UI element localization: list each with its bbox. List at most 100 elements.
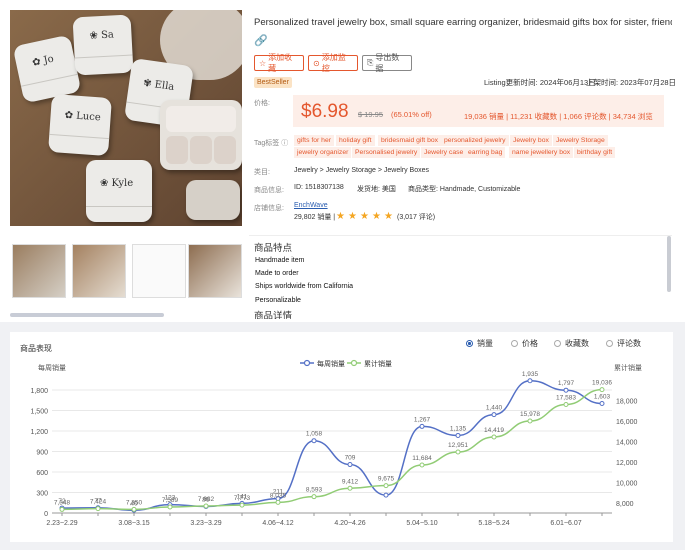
y-tick-right: 18,000 [616,398,638,405]
data-point [527,418,533,424]
legend-label: 每周销量 [317,359,345,368]
tag-chip[interactable]: Jewelry case [421,147,467,158]
tag-chip[interactable]: birthday gift [574,147,616,158]
y-tick-right: 12,000 [616,460,638,467]
star-icon: ★ [372,211,381,222]
data-point [347,485,353,491]
data-point [563,402,569,408]
star-icon: ★ [348,211,357,222]
tag-chip[interactable]: gifts for her [294,135,334,146]
y-tick-left: 0 [44,511,48,518]
data-label: 1,603 [594,393,611,400]
data-point [455,449,461,455]
data-label: 17,583 [556,395,576,402]
x-tick-label: 5.04~5.10 [406,520,437,527]
metric-option-3[interactable]: 评论数 [606,338,641,349]
y-tick-left: 1,500 [30,409,48,416]
data-point [455,432,461,438]
data-point [491,434,497,440]
data-point [599,400,605,406]
tag-chip[interactable]: earring bag [465,147,506,158]
data-point [311,494,317,500]
data-label: 15,978 [520,411,540,418]
y-tick-left: 1,200 [30,429,48,436]
star-icon: ★ [336,211,345,222]
metric-option-label: 收藏数 [565,339,589,348]
data-label: 9,412 [342,478,359,485]
tag-chip[interactable]: bridesmaid gift box [378,135,442,146]
data-point [527,378,533,384]
data-point [239,502,245,508]
x-tick-label: 3.23~3.29 [190,520,221,527]
tag-chip[interactable]: Personalised jewelry [352,147,421,158]
data-label: 1,440 [486,405,503,412]
data-label: 1,267 [414,416,431,423]
x-tick-label: 6.01~6.07 [550,520,581,527]
data-point [599,387,605,393]
data-label: 9,675 [378,476,395,483]
star-icon: ★ [360,211,369,222]
data-label: 8,593 [306,487,323,494]
legend-label: 累计销量 [364,359,392,368]
tag-chip[interactable]: personalized jewelry [441,135,509,146]
data-point [275,499,281,505]
data-label: 19,036 [592,380,612,387]
data-point [59,506,65,512]
radio-icon [511,340,518,347]
data-label: 7,773 [234,495,251,502]
data-point [491,412,497,418]
data-label: 11,684 [412,455,432,462]
y-axis-label-left: 每周销量 [38,363,66,372]
metric-option-1[interactable]: 价格 [511,338,538,349]
tag-chip[interactable]: jewelry organizer [294,147,352,158]
radio-icon [554,340,561,347]
x-tick-label: 5.18~5.24 [478,520,509,527]
radio-icon [466,340,473,347]
data-point [419,423,425,429]
data-label: 8,035 [270,492,287,499]
data-label: 1,135 [450,425,467,432]
data-point [347,462,353,468]
data-label: 7,682 [198,496,215,503]
data-label: 1,935 [522,371,539,378]
data-label: 1,797 [558,380,575,387]
series-line [61,388,603,511]
x-tick-label: 4.06~4.12 [262,520,293,527]
metric-option-2[interactable]: 收藏数 [554,338,589,349]
y-tick-left: 600 [36,470,48,477]
legend-marker [350,359,358,367]
metric-option-0[interactable]: 销量 [466,338,493,349]
y-tick-left: 300 [36,491,48,498]
metric-option-label: 销量 [477,339,493,348]
data-label: 7,348 [54,499,71,506]
tag-chip[interactable]: holiday gift [336,135,375,146]
data-label: 7,350 [126,499,143,506]
y-tick-left: 1,800 [30,388,48,395]
star-icon: ★ [384,211,393,222]
data-point [167,504,173,510]
data-point [203,503,209,509]
x-tick-label: 4.20~4.26 [334,520,365,527]
x-tick-label: 3.08~3.15 [118,520,149,527]
data-point [131,506,137,512]
y-tick-right: 16,000 [616,419,638,426]
data-label: 1,058 [306,431,323,438]
legend-marker [303,359,311,367]
series-line [61,380,603,512]
data-point [383,483,389,489]
data-label: 14,419 [484,427,504,434]
data-point [95,506,101,512]
y-tick-left: 900 [36,450,48,457]
data-point [311,438,317,444]
data-point [419,462,425,468]
metric-option-label: 价格 [522,339,538,348]
tag-chip[interactable]: Jewelry box [510,135,552,146]
data-point [383,492,389,498]
tag-chip[interactable]: name jewellery box [509,147,574,158]
tag-chip[interactable]: Jewelry Storage [553,135,608,146]
data-label: 12,951 [448,442,468,449]
y-tick-right: 14,000 [616,439,638,446]
y-tick-right: 8,000 [616,501,634,508]
y-tick-right: 10,000 [616,480,638,487]
y-axis-label-right: 累计销量 [614,363,642,372]
